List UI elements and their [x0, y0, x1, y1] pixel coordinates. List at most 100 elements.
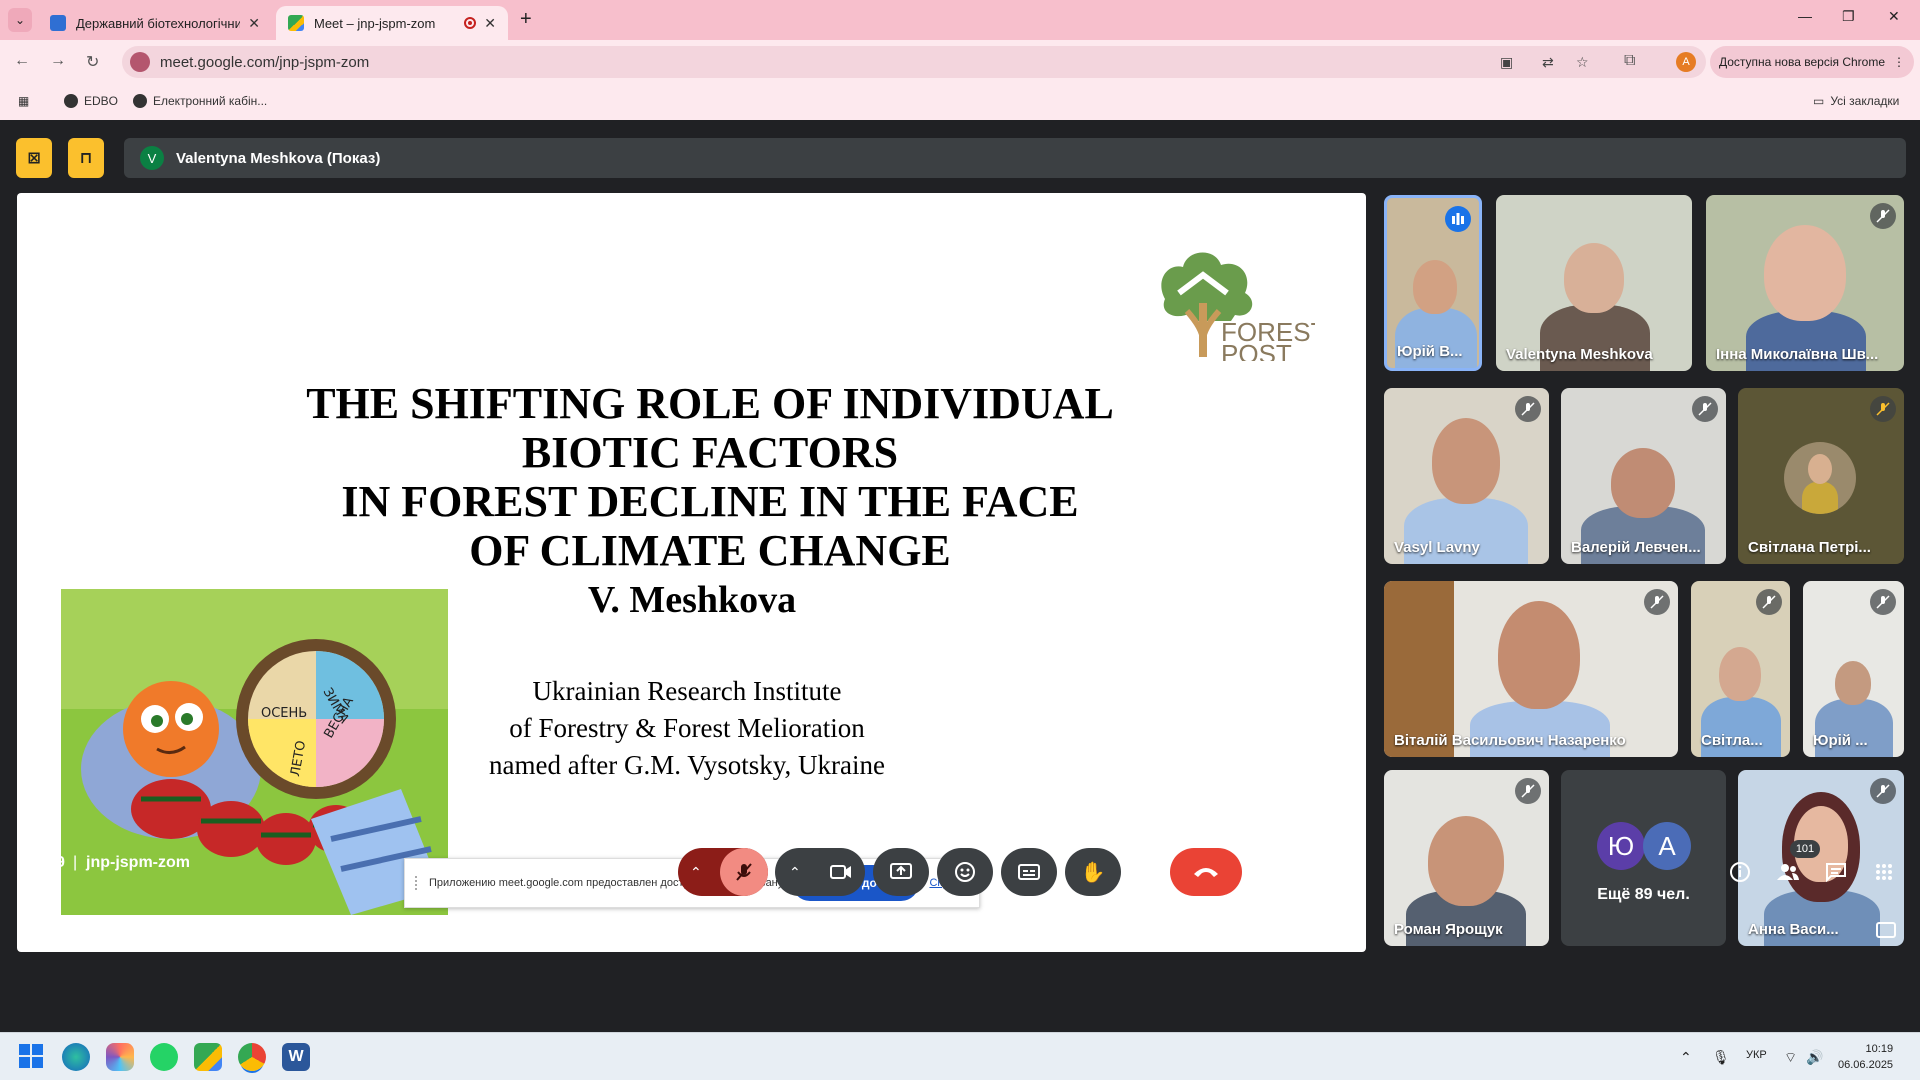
word-icon[interactable]: W	[282, 1043, 310, 1071]
people-button[interactable]	[1774, 858, 1802, 886]
site-favicon-icon	[50, 15, 66, 31]
slide-title: THE SHIFTING ROLE OF INDIVIDUAL BIOTIC F…	[217, 379, 1203, 575]
reactions-button[interactable]	[937, 848, 993, 896]
background-door	[1384, 581, 1454, 757]
separator: |	[73, 854, 78, 871]
browser-tab-active[interactable]: Meet – jnp-jspm-zom ✕	[276, 6, 508, 40]
chat-icon	[1826, 863, 1846, 882]
profile-avatar[interactable]: A	[1676, 52, 1696, 72]
close-tab-icon[interactable]: ✕	[484, 15, 496, 32]
present-layout-icon[interactable]: ⊓	[68, 138, 104, 178]
participant-name: Анна Васи...	[1748, 921, 1839, 938]
translate-icon[interactable]: ⇄	[1542, 54, 1554, 71]
camera-in-use-icon[interactable]: ▣	[1500, 54, 1513, 71]
present-screen-button[interactable]	[873, 848, 929, 896]
reload-icon[interactable]: ↻	[86, 52, 99, 72]
chat-button[interactable]	[1822, 858, 1850, 886]
restore-window-icon[interactable]: ❐	[1842, 8, 1855, 25]
picture-in-picture-icon[interactable]	[1876, 922, 1896, 938]
all-bookmarks-button[interactable]: ▭ Усі закладки	[1813, 94, 1899, 108]
forest-post-logo: FOREST POST	[1161, 252, 1315, 361]
title-line: THE SHIFTING ROLE OF INDIVIDUAL	[306, 379, 1114, 428]
back-arrow-icon[interactable]: ←	[14, 52, 30, 70]
copilot-icon[interactable]	[106, 1043, 134, 1071]
participant-tile[interactable]: Інна Миколаївна Шв...	[1706, 195, 1904, 371]
volume-icon[interactable]: 🔊	[1806, 1049, 1823, 1066]
captions-button[interactable]	[1001, 848, 1057, 896]
globe-icon	[133, 94, 147, 108]
mic-toggle-group: ⌃	[678, 848, 768, 896]
microphone-tray-icon[interactable]: 🎙	[1712, 1049, 1730, 1066]
speaking-indicator-icon	[1445, 206, 1471, 232]
address-bar[interactable]: meet.google.com/jnp-jspm-zom ▣ ⇄ ☆	[122, 46, 1706, 78]
mic-off-yellow-icon	[1870, 396, 1896, 422]
bookmarks-bar: ▦ EDBO Електронний кабін... ▭ Усі закладк…	[0, 84, 1920, 120]
camera-button[interactable]	[817, 848, 865, 896]
institute-line: named after G.M. Vysotsky, Ukraine	[489, 750, 885, 780]
participant-tile[interactable]: Юрій В...	[1384, 195, 1482, 371]
extensions-puzzle-icon[interactable]: ⧉	[1624, 52, 1635, 70]
mic-options-chevron-icon[interactable]: ⌃	[690, 864, 702, 881]
system-clock[interactable]: 10:19 06.06.2025	[1838, 1041, 1893, 1073]
windows-start-icon[interactable]	[18, 1043, 46, 1071]
participant-tile[interactable]: Віталій Васильович Назаренко	[1384, 581, 1678, 757]
bookmark-label: Електронний кабін...	[153, 94, 268, 108]
activities-grid-icon	[1876, 864, 1892, 880]
end-call-icon	[1194, 868, 1218, 877]
site-info-icon[interactable]	[130, 52, 150, 72]
raise-hand-button[interactable]: ✋	[1065, 848, 1121, 896]
participant-name: Юрій ...	[1813, 732, 1868, 749]
mic-off-icon	[1515, 396, 1541, 422]
minimize-window-icon[interactable]: —	[1798, 8, 1812, 24]
tab-search-chevron-icon[interactable]: ⌄	[8, 8, 32, 32]
apps-grid-icon[interactable]: ▦	[18, 94, 29, 108]
more-options-button[interactable]: ⋮	[1129, 848, 1159, 896]
meet-app-icon[interactable]	[194, 1043, 222, 1071]
edge-browser-icon[interactable]	[62, 1043, 90, 1071]
participant-name: Інна Миколаївна Шв...	[1716, 346, 1879, 363]
institute-line: Ukrainian Research Institute	[532, 676, 842, 706]
mic-off-icon	[1692, 396, 1718, 422]
participant-name: Віталій Васильович Назаренко	[1394, 732, 1626, 749]
participant-tile[interactable]: Vasyl Lavny	[1384, 388, 1549, 564]
bookmark-item[interactable]: Електронний кабін...	[133, 94, 267, 108]
url-text[interactable]: meet.google.com/jnp-jspm-zom	[160, 54, 369, 71]
forward-arrow-icon[interactable]: →	[50, 52, 66, 70]
show-hidden-icons-chevron-icon[interactable]: ⌃	[1680, 1049, 1692, 1066]
presenter-avatar: V	[140, 146, 164, 170]
participant-tile[interactable]: Світлана Петрі...	[1738, 388, 1904, 564]
input-language[interactable]: УКР	[1746, 1049, 1767, 1061]
more-menu-icon[interactable]: ⋮	[1893, 55, 1905, 69]
mic-off-icon	[1644, 589, 1670, 615]
participant-tile[interactable]: Valentyna Meshkova	[1496, 195, 1692, 371]
leave-call-button[interactable]	[1170, 848, 1242, 896]
presentation-bar: V Valentyna Meshkova (Показ)	[124, 138, 1906, 178]
clock-time: 10:19	[1865, 1043, 1894, 1055]
activities-button[interactable]	[1870, 858, 1898, 886]
new-tab-plus-icon[interactable]: +	[520, 8, 532, 31]
stop-presenting-icon[interactable]: ⊠	[16, 138, 52, 178]
chrome-icon[interactable]	[238, 1043, 266, 1071]
participant-tile[interactable]: Юрій ...	[1803, 581, 1904, 757]
participant-tile[interactable]: Валерій Левчен...	[1561, 388, 1726, 564]
participant-tile[interactable]: Світла...	[1691, 581, 1790, 757]
participant-photo	[1784, 442, 1856, 514]
close-tab-icon[interactable]: ✕	[248, 15, 260, 32]
meeting-details-button[interactable]	[1726, 858, 1754, 886]
update-label: Доступна нова версія Chrome	[1718, 55, 1885, 69]
mic-off-button[interactable]	[720, 848, 768, 896]
info-icon	[1730, 862, 1750, 882]
camera-options-chevron-icon[interactable]: ⌃	[789, 864, 801, 881]
close-window-icon[interactable]: ✕	[1888, 8, 1900, 25]
mic-off-icon	[1756, 589, 1782, 615]
whatsapp-icon[interactable]	[150, 1043, 178, 1071]
wifi-icon[interactable]: ⌔	[1784, 1049, 1797, 1067]
bookmark-star-icon[interactable]: ☆	[1576, 54, 1589, 71]
mic-off-icon	[1870, 589, 1896, 615]
chrome-update-button[interactable]: Доступна нова версія Chrome ⋮	[1710, 46, 1914, 78]
emoji-icon	[955, 862, 975, 882]
bookmark-item[interactable]: EDBO	[64, 94, 118, 108]
browser-tab[interactable]: Державний біотехнологічний ✕	[38, 6, 272, 40]
present-screen-icon	[890, 863, 912, 879]
all-bookmarks-label: Усі закладки	[1830, 94, 1900, 108]
